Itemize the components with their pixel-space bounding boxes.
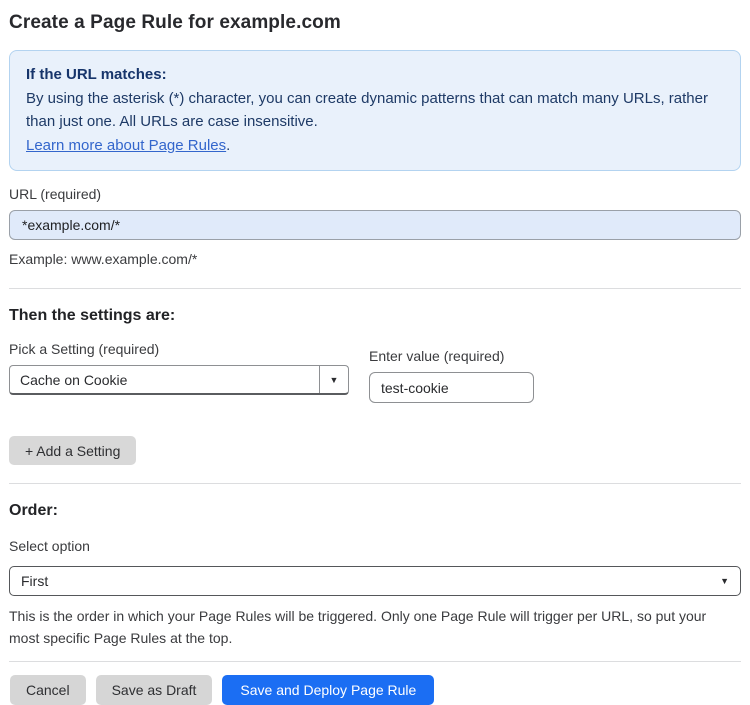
order-select[interactable]: First ▼ — [9, 566, 741, 596]
info-box-link-line: Learn more about Page Rules. — [26, 134, 724, 158]
settings-row: Pick a Setting (required) Cache on Cooki… — [9, 341, 741, 403]
setting-value-column: Enter value (required) — [369, 341, 534, 403]
chevron-down-icon: ▼ — [720, 576, 729, 586]
cancel-button[interactable]: Cancel — [10, 675, 86, 705]
setting-value-label: Enter value (required) — [369, 348, 505, 364]
url-example-helper: Example: www.example.com/* — [9, 251, 198, 267]
order-select-value: First — [21, 573, 49, 589]
setting-dropdown-value: Cache on Cookie — [20, 371, 128, 388]
divider-before-actions — [9, 661, 741, 662]
order-helper-text: This is the order in which your Page Rul… — [9, 608, 707, 646]
settings-section-heading: Then the settings are: — [9, 307, 176, 324]
info-box-heading: If the URL matches: — [26, 66, 167, 83]
order-section-heading: Order: — [9, 502, 58, 519]
url-field-label: URL (required) — [9, 186, 102, 202]
info-box-body: By using the asterisk (*) character, you… — [26, 89, 708, 131]
url-match-info-box: If the URL matches: By using the asteris… — [9, 50, 741, 171]
chevron-down-icon[interactable]: ▼ — [319, 366, 348, 393]
setting-dropdown[interactable]: Cache on Cookie ▼ — [9, 365, 349, 395]
setting-value-input[interactable] — [369, 372, 534, 403]
setting-picker-label: Pick a Setting (required) — [9, 341, 160, 357]
save-and-deploy-button[interactable]: Save and Deploy Page Rule — [222, 675, 435, 705]
divider-after-url — [9, 288, 741, 289]
order-select-label: Select option — [9, 538, 90, 554]
actions-row: Cancel Save as Draft Save and Deploy Pag… — [9, 675, 741, 705]
learn-more-link[interactable]: Learn more about Page Rules — [26, 137, 226, 154]
save-as-draft-button[interactable]: Save as Draft — [95, 675, 213, 705]
url-input[interactable] — [9, 210, 741, 240]
page-title: Create a Page Rule for example.com — [9, 12, 341, 33]
setting-picker-column: Pick a Setting (required) Cache on Cooki… — [9, 341, 349, 403]
add-setting-button[interactable]: + Add a Setting — [9, 436, 137, 465]
link-period: . — [226, 136, 231, 154]
divider-after-settings — [9, 483, 741, 484]
